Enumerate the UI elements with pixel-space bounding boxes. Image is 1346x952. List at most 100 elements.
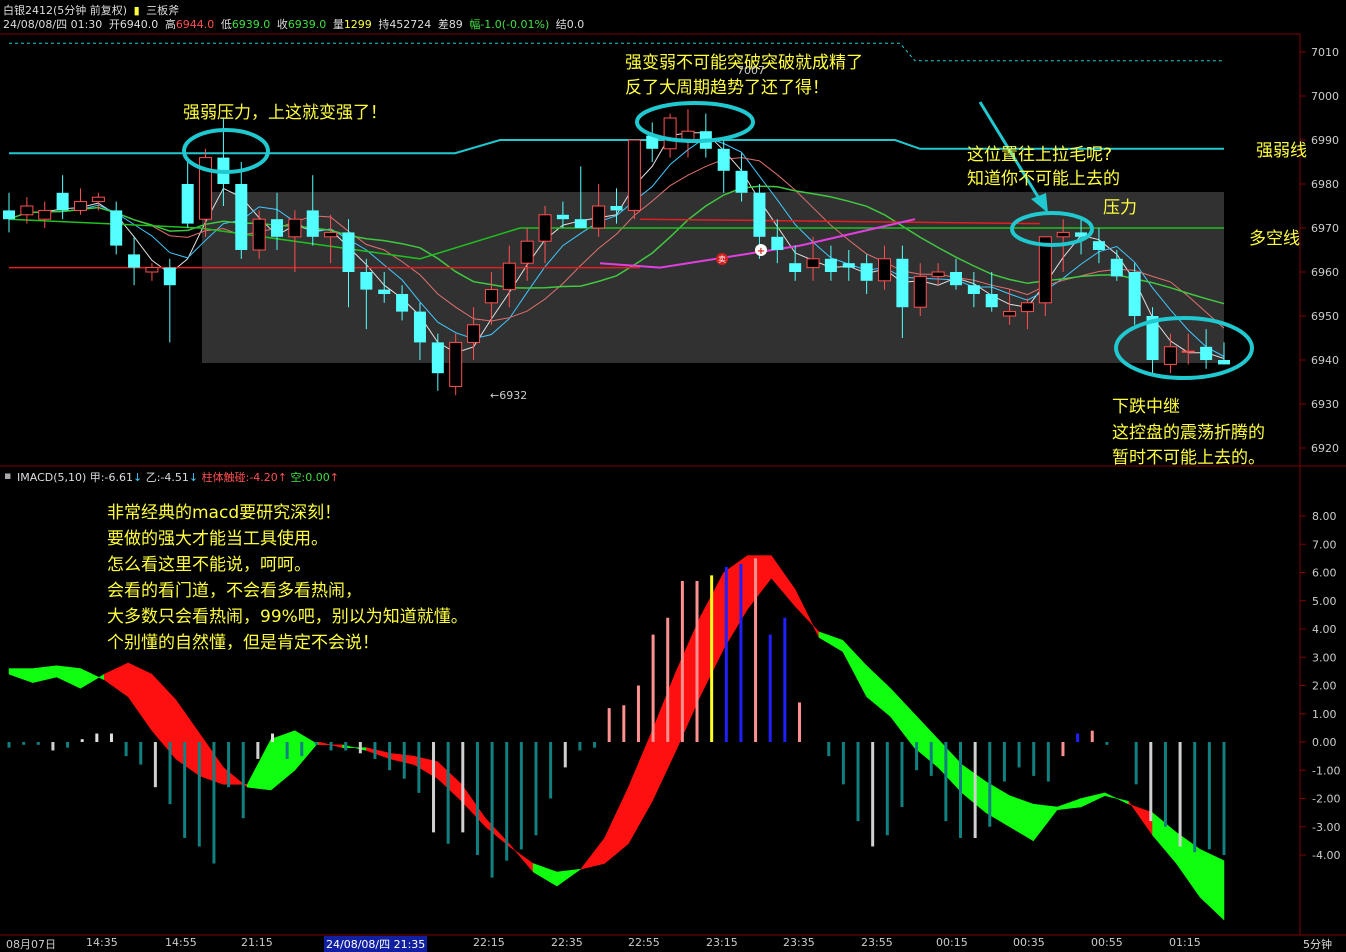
macd-ribbon-segment xyxy=(866,665,891,718)
candle-body xyxy=(342,232,355,272)
macd-tick-label: -2.00 xyxy=(1312,793,1340,806)
period-label[interactable]: 5分钟 xyxy=(1303,936,1332,952)
candle-body xyxy=(789,263,802,272)
macd-tick-label: 5.00 xyxy=(1312,595,1337,608)
macd-ribbon-segment xyxy=(199,732,224,785)
candle-body xyxy=(1181,350,1195,353)
macd-note-3: 怎么看这里不能说，呵呵。 xyxy=(107,555,311,575)
arrow-down-icon: ↓ xyxy=(188,471,199,484)
indicator-menu-icon[interactable]: ▪ xyxy=(4,469,11,482)
macd-tick-label: -4.00 xyxy=(1312,849,1340,862)
high-price-marker: 7007 xyxy=(737,64,765,77)
time-label: 22:35 xyxy=(551,936,583,949)
macd-tick-label: 0.00 xyxy=(1312,736,1337,749)
candle-body xyxy=(288,218,302,238)
macd-ribbon-segment xyxy=(80,668,105,689)
macd-ribbon-segment xyxy=(294,730,319,771)
time-label: 01:15 xyxy=(1169,936,1201,949)
candle-body xyxy=(91,196,105,203)
annotation-decline-1: 下跌中继 xyxy=(1112,397,1180,417)
candle-body xyxy=(20,205,34,216)
sell-signal-label: 卖 xyxy=(718,255,726,264)
price-tick-label: 6950 xyxy=(1311,310,1339,323)
candle-body xyxy=(610,206,623,211)
macd-ribbon-segment xyxy=(1104,792,1129,805)
annotation-pullup-1: 这位置往上拉毛呢? xyxy=(967,145,1113,165)
candle-body xyxy=(252,218,266,251)
macd-note-1: 非常经典的macd要研究深刻！ xyxy=(107,503,342,523)
candle-body xyxy=(145,267,159,273)
candle-body xyxy=(592,205,606,229)
candle-body xyxy=(235,184,248,250)
candle-body xyxy=(128,254,141,268)
macd-ribbon-segment xyxy=(1009,795,1034,842)
macd-ribbon-segment xyxy=(532,863,558,887)
chart-window: 白银2412(5分钟 前复权) ▮ 三板斧 24/08/08/四 01:30 开… xyxy=(0,0,1346,952)
macd-tick-label: 8.00 xyxy=(1312,510,1337,523)
candle-body xyxy=(1003,311,1017,317)
candle-body xyxy=(949,272,962,286)
time-label: 23:35 xyxy=(783,936,815,949)
arrow-up-icon: ↑ xyxy=(329,471,339,484)
candle-body xyxy=(985,294,998,308)
candle-body xyxy=(484,289,498,304)
macd-ribbon-segment xyxy=(366,747,391,760)
candle-body xyxy=(753,192,766,237)
price-tick-label: 6930 xyxy=(1311,398,1339,411)
macd-ribbon-segment xyxy=(1056,798,1082,811)
macd-ribbon-segment xyxy=(1033,803,1058,842)
candle-body xyxy=(360,272,373,290)
macd-commentary: 非常经典的macd要研究深刻！ 要做的强大才能当工具使用。 怎么看这里不能说，呵… xyxy=(107,500,468,656)
price-tick-label: 6920 xyxy=(1311,442,1339,455)
macd-ribbon-segment xyxy=(842,639,867,697)
macd-ribbon-segment xyxy=(104,662,129,698)
annotation-pullup-2: 知道你不可能上去的 xyxy=(967,169,1120,189)
candle-body xyxy=(878,258,892,282)
candle-body xyxy=(1128,272,1141,316)
macd-ribbon-segment xyxy=(1128,800,1153,837)
macd-ribbon-segment xyxy=(794,589,820,638)
macd-note-4: 会看的看门道，不会看多看热闹， xyxy=(107,581,362,601)
time-label: 00:15 xyxy=(936,936,968,949)
macd-ribbon-segment xyxy=(937,738,963,794)
time-cursor-label: 24/08/08/四 21:35 xyxy=(324,936,428,952)
highlight-circle xyxy=(635,101,755,143)
macd-ribbon-segment xyxy=(580,837,605,870)
label-strong-weak-line: 强弱线 xyxy=(1256,141,1307,161)
macd-ribbon-segment xyxy=(127,662,153,732)
time-label: 23:15 xyxy=(706,936,738,949)
label-bull-bear-line: 多空线 xyxy=(1249,229,1300,249)
candle-body xyxy=(163,267,176,286)
candle-body xyxy=(1020,302,1034,313)
macd-ribbon-segment xyxy=(556,868,581,887)
macd-ribbon-segment xyxy=(747,555,772,610)
candle-body xyxy=(306,210,319,237)
time-label: 21:15 xyxy=(241,936,273,949)
candle-body xyxy=(1200,346,1213,360)
candle-body xyxy=(324,231,338,238)
candle-body xyxy=(38,209,52,220)
macd-tick-label: 3.00 xyxy=(1312,651,1337,664)
candle-body xyxy=(56,192,69,211)
macd-ribbon-segment xyxy=(628,730,653,845)
low-price-marker: ←6932 xyxy=(490,389,528,402)
arrow-down-icon: ↓ xyxy=(132,471,143,484)
candle-body xyxy=(181,184,194,224)
buy-signal-plus: + xyxy=(757,246,765,257)
time-label: 00:55 xyxy=(1091,936,1123,949)
indicator-title[interactable]: IMACD(5,10) xyxy=(17,471,86,484)
macd-ribbon-segment xyxy=(270,730,296,791)
candle-body xyxy=(1056,231,1070,238)
candle-body xyxy=(574,219,587,228)
candle-body xyxy=(663,117,677,150)
price-tick-label: 6960 xyxy=(1311,266,1339,279)
time-label: 14:35 xyxy=(86,936,118,949)
macd-ribbon-segment xyxy=(461,783,486,828)
price-tick-label: 6970 xyxy=(1311,222,1339,235)
candle-body xyxy=(1218,360,1230,365)
time-label: 00:35 xyxy=(1013,936,1045,949)
candle-body xyxy=(842,263,855,268)
macd-ribbon-segment xyxy=(604,787,629,865)
macd-ribbon-segment xyxy=(1199,848,1225,921)
candle-body xyxy=(896,258,909,308)
